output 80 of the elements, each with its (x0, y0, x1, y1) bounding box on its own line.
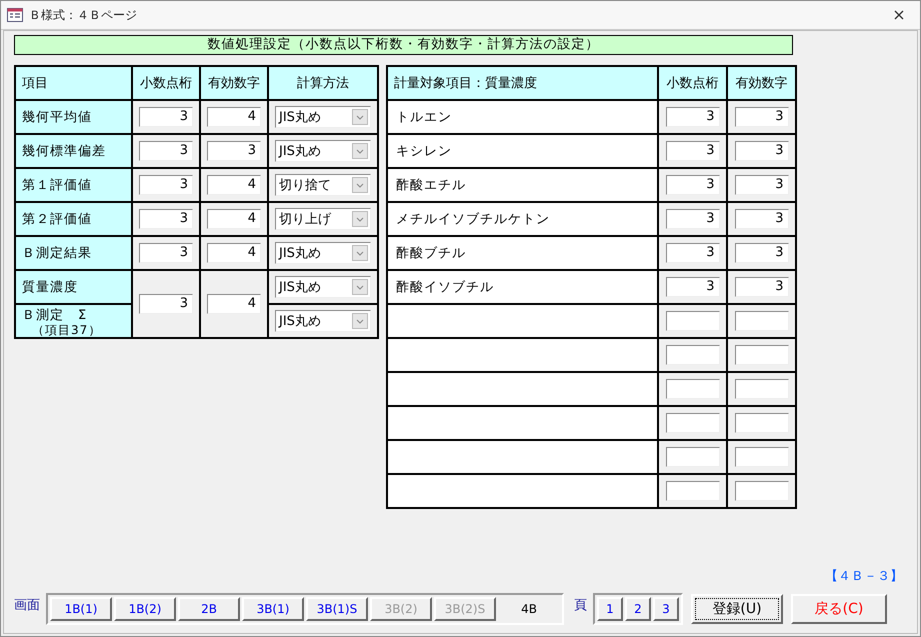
number-field[interactable]: 3 (666, 277, 720, 297)
column-header: 有効数字 (727, 66, 796, 100)
table-cell: キシレン (387, 134, 658, 168)
method-dropdown[interactable]: 切り上げ (275, 208, 371, 230)
number-field[interactable] (734, 379, 788, 399)
back-button[interactable]: 戻る(C) (791, 594, 887, 624)
window-title: Ｂ様式：４Ｂページ (29, 6, 138, 24)
row-label: 第１評価値 (15, 168, 132, 202)
table-cell: 酢酸エチル (387, 168, 658, 202)
number-field[interactable]: 3 (666, 209, 720, 229)
method-dropdown[interactable]: JIS丸め (275, 106, 371, 128)
close-icon[interactable] (894, 10, 904, 20)
number-field[interactable]: 3 (139, 294, 193, 314)
screen-label: 画面 (14, 597, 40, 615)
column-header: 有効数字 (200, 66, 268, 100)
page-button[interactable]: 3 (653, 597, 679, 621)
screen-button[interactable]: 3B(1) (242, 597, 304, 621)
number-field[interactable] (734, 345, 788, 365)
number-field[interactable]: 4 (207, 243, 261, 263)
number-field[interactable] (734, 311, 788, 331)
number-field[interactable]: 4 (207, 209, 261, 229)
number-field[interactable]: 3 (666, 107, 720, 127)
screen-button[interactable]: 3B(1)S (306, 597, 368, 621)
number-field[interactable]: 3 (666, 141, 720, 161)
row-label: 第２評価値 (15, 202, 132, 236)
number-field[interactable]: 3 (734, 141, 788, 161)
row-label: Ｂ測定 Σ （項目37） (15, 304, 132, 338)
number-field[interactable] (666, 413, 720, 433)
number-field[interactable]: 3 (139, 175, 193, 195)
number-field[interactable]: 3 (734, 107, 788, 127)
number-field[interactable]: 3 (139, 107, 193, 127)
screen-button[interactable]: 1B(2) (114, 597, 176, 621)
number-field[interactable] (666, 379, 720, 399)
table-cell: メチルイソブチルケトン (387, 202, 658, 236)
page-label: 頁 (574, 597, 587, 615)
screen-button[interactable]: 1B(1) (50, 597, 112, 621)
row-label: 幾何平均値 (15, 100, 132, 134)
screen-button[interactable]: 2B (178, 597, 240, 621)
page-indicator: 【４Ｂ－３】 (825, 568, 903, 585)
row-label: Ｂ測定結果 (15, 236, 132, 270)
column-header: 計量対象項目：質量濃度 (387, 66, 658, 100)
number-field[interactable] (666, 345, 720, 365)
number-field[interactable] (734, 447, 788, 467)
form-icon (7, 8, 23, 22)
number-field[interactable]: 4 (207, 107, 261, 127)
method-dropdown[interactable]: JIS丸め (275, 140, 371, 162)
method-dropdown[interactable]: JIS丸め (275, 276, 371, 298)
register-button[interactable]: 登録(U) (691, 594, 783, 624)
number-field[interactable] (666, 311, 720, 331)
table-cell: 酢酸イソブチル (387, 270, 658, 304)
page-button[interactable]: 2 (625, 597, 651, 621)
table-cell: トルエン (387, 100, 658, 134)
number-field[interactable]: 3 (139, 209, 193, 229)
row-label: 質量濃度 (15, 270, 132, 304)
table-cell: 酢酸ブチル (387, 236, 658, 270)
number-field[interactable] (734, 413, 788, 433)
number-field[interactable]: 3 (666, 243, 720, 263)
number-field[interactable]: 3 (734, 243, 788, 263)
method-dropdown[interactable]: 切り捨て (275, 174, 371, 196)
column-header: 小数点桁 (132, 66, 200, 100)
number-field[interactable]: 4 (207, 175, 261, 195)
number-field[interactable]: 3 (666, 175, 720, 195)
number-field[interactable]: 3 (734, 175, 788, 195)
number-field[interactable]: 3 (139, 141, 193, 161)
number-field[interactable]: 4 (207, 294, 261, 314)
number-field[interactable]: 3 (734, 209, 788, 229)
number-field[interactable] (666, 447, 720, 467)
number-field[interactable]: 3 (734, 277, 788, 297)
number-field[interactable] (666, 481, 720, 501)
method-dropdown[interactable]: JIS丸め (275, 242, 371, 264)
column-header: 小数点桁 (658, 66, 727, 100)
number-field[interactable] (734, 481, 788, 501)
row-label: 幾何標準偏差 (15, 134, 132, 168)
number-field[interactable]: 3 (139, 243, 193, 263)
column-header: 計算方法 (268, 66, 378, 100)
method-dropdown[interactable]: JIS丸め (275, 310, 371, 332)
column-header: 項目 (15, 66, 132, 100)
section-header: 数値処理設定（小数点以下桁数・有効数字・計算方法の設定） (14, 35, 793, 55)
number-field[interactable]: 3 (207, 141, 261, 161)
page-button[interactable]: 1 (597, 597, 623, 621)
